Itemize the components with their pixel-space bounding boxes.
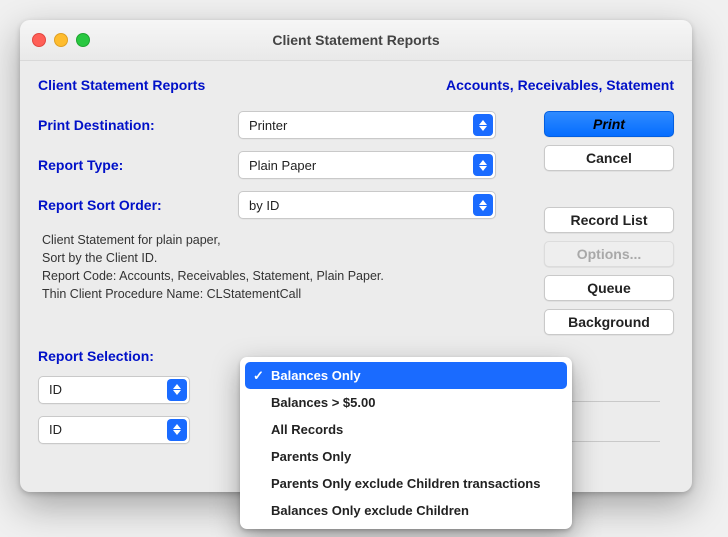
select-id-1[interactable]: ID	[38, 376, 190, 404]
minimize-icon[interactable]	[54, 33, 68, 47]
select-value: by ID	[249, 198, 279, 213]
queue-button[interactable]: Queue	[544, 275, 674, 301]
chevron-updown-icon	[473, 114, 493, 136]
window: Client Statement Reports Client Statemen…	[20, 20, 692, 492]
traffic-lights	[32, 33, 90, 47]
select-value: ID	[49, 382, 62, 397]
button-column: Print Cancel Record List Options... Queu…	[544, 111, 674, 335]
print-button[interactable]: Print	[544, 111, 674, 137]
chevron-updown-icon	[167, 379, 187, 401]
spacer	[544, 179, 674, 199]
chevron-updown-icon	[473, 154, 493, 176]
content-area: Client Statement Reports Accounts, Recei…	[20, 61, 692, 492]
dropdown-item[interactable]: Parents Only exclude Children transactio…	[245, 470, 567, 497]
options-button: Options...	[544, 241, 674, 267]
maximize-icon[interactable]	[76, 33, 90, 47]
select-report-type[interactable]: Plain Paper	[238, 151, 496, 179]
chevron-updown-icon	[167, 419, 187, 441]
select-print-destination[interactable]: Printer	[238, 111, 496, 139]
dropdown-item[interactable]: Parents Only	[245, 443, 567, 470]
dropdown-report-selection[interactable]: Balances Only Balances > $5.00 All Recor…	[240, 357, 572, 529]
header-row: Client Statement Reports Accounts, Recei…	[38, 77, 674, 93]
select-sort-order[interactable]: by ID	[238, 191, 496, 219]
window-title: Client Statement Reports	[272, 32, 439, 48]
dropdown-item[interactable]: Balances Only exclude Children	[245, 497, 567, 524]
dropdown-item[interactable]: Balances Only	[245, 362, 567, 389]
record-list-button[interactable]: Record List	[544, 207, 674, 233]
label-print-destination: Print Destination:	[38, 117, 238, 133]
cancel-button[interactable]: Cancel	[544, 145, 674, 171]
background-button[interactable]: Background	[544, 309, 674, 335]
label-report-type: Report Type:	[38, 157, 238, 173]
select-value: Plain Paper	[249, 158, 316, 173]
titlebar: Client Statement Reports	[20, 20, 692, 61]
dropdown-item[interactable]: Balances > $5.00	[245, 389, 567, 416]
label-sort-order: Report Sort Order:	[38, 197, 238, 213]
select-value: Printer	[249, 118, 287, 133]
dropdown-item[interactable]: All Records	[245, 416, 567, 443]
header-left: Client Statement Reports	[38, 77, 205, 93]
header-right: Accounts, Receivables, Statement	[446, 77, 674, 93]
select-id-2[interactable]: ID	[38, 416, 190, 444]
close-icon[interactable]	[32, 33, 46, 47]
chevron-updown-icon	[473, 194, 493, 216]
select-value: ID	[49, 422, 62, 437]
